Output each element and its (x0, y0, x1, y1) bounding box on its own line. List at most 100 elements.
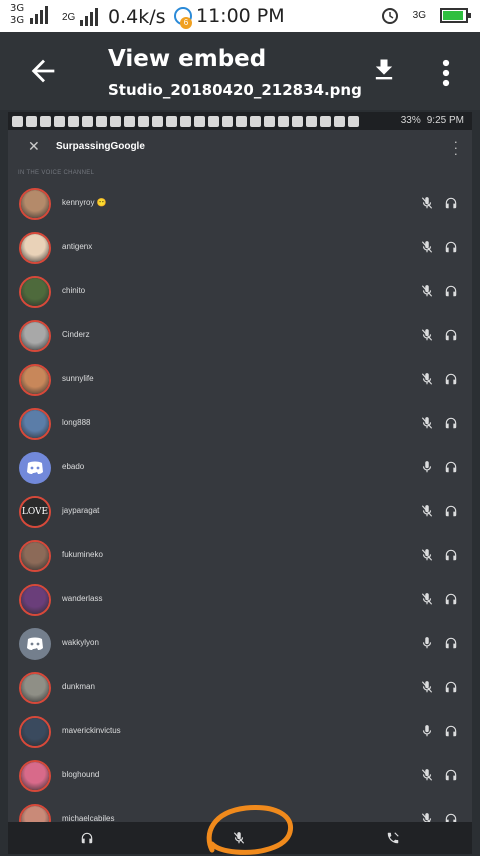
member-row[interactable]: dunkman (8, 668, 472, 712)
embed-status-right: 33% 9:25 PM (401, 115, 464, 126)
headphones-icon (445, 461, 457, 473)
member-row[interactable]: fukumineko (8, 536, 472, 580)
member-name: chinito (62, 286, 86, 295)
headphones-icon (445, 373, 457, 385)
member-name: sunnylife (62, 374, 94, 383)
member-row[interactable]: maverickinvictus (8, 712, 472, 756)
arrow-back-icon[interactable] (26, 54, 60, 88)
avatar[interactable] (19, 628, 51, 660)
disconnect-call-icon[interactable] (386, 831, 400, 845)
avatar[interactable]: LOVE (19, 496, 51, 528)
member-row[interactable]: ebado (8, 448, 472, 492)
microphone-muted-icon (421, 549, 433, 561)
avatar[interactable] (19, 232, 51, 264)
microphone-muted-icon (421, 241, 433, 253)
headphones-icon (445, 637, 457, 649)
member-row[interactable]: sunnylife (8, 360, 472, 404)
channel-header: ✕ SurpassingGoogle · · · (8, 134, 472, 160)
member-row[interactable]: chinito (8, 272, 472, 316)
avatar[interactable] (19, 408, 51, 440)
headphones-icon (445, 241, 457, 253)
avatar[interactable] (19, 540, 51, 572)
network-2g-label: 2G (62, 12, 76, 23)
microphone-muted-icon (421, 285, 433, 297)
headphones-icon (445, 681, 457, 693)
download-icon[interactable] (370, 54, 398, 86)
embed-battery: 33% (400, 115, 421, 126)
avatar[interactable] (19, 584, 51, 616)
member-row[interactable]: kennyroy 😶 (8, 184, 472, 228)
headphones-icon (445, 285, 457, 297)
member-list: kennyroy 😶 antigenx chinito Cinderz sunnylif… (8, 184, 472, 844)
avatar[interactable] (19, 276, 51, 308)
headphones-icon (445, 329, 457, 341)
member-name: antigenx (62, 242, 93, 251)
microphone-muted-icon (421, 681, 433, 693)
microphone-muted-icon (421, 417, 433, 429)
microphone-muted-icon (421, 373, 433, 385)
microphone-muted-icon (421, 593, 433, 605)
microphone-icon (422, 461, 432, 473)
member-name: bloghound (62, 770, 100, 779)
embedded-screenshot: 33% 9:25 PM ✕ SurpassingGoogle · · · IN TH… (8, 112, 472, 854)
member-name: maverickinvictus (62, 726, 121, 735)
avatar[interactable] (19, 320, 51, 352)
member-name: wanderlass (62, 594, 103, 603)
phone-status-bar: 3G 3G 2G 0.4k/s 6 11:00 PM 3G (0, 0, 480, 32)
avatar[interactable] (19, 760, 51, 792)
member-row[interactable]: wakkylyon (8, 624, 472, 668)
member-name: fukumineko (62, 550, 103, 559)
section-label: IN THE VOICE CHANNEL (18, 170, 95, 176)
more-vert-icon[interactable]: · · · (454, 135, 458, 160)
microphone-muted-icon (421, 505, 433, 517)
member-row[interactable]: long888 (8, 404, 472, 448)
member-row[interactable]: wanderlass (8, 580, 472, 624)
member-row[interactable]: LOVE jayparagat (8, 492, 472, 536)
member-row[interactable]: Cinderz (8, 316, 472, 360)
avatar[interactable] (19, 672, 51, 704)
headphones-icon (445, 725, 457, 737)
member-name: dunkman (62, 682, 95, 691)
member-name: kennyroy 😶 (62, 198, 107, 207)
avatar[interactable] (19, 364, 51, 396)
page-title: View embed (108, 46, 267, 72)
signal-2-icon (80, 8, 98, 26)
network-right: 3G (412, 9, 426, 21)
microphone-icon (422, 637, 432, 649)
discord-logo-icon (27, 461, 43, 474)
battery-icon (440, 7, 471, 23)
microphone-icon (422, 725, 432, 737)
avatar[interactable] (19, 716, 51, 748)
member-name: ebado (62, 462, 85, 471)
headphones-icon (445, 593, 457, 605)
more-vert-icon[interactable] (440, 58, 452, 88)
file-name: Studio_20180420_212834.png (108, 81, 362, 99)
member-name: jayparagat (62, 506, 100, 515)
network-indicator: 3G 3G (10, 3, 25, 26)
status-time: 11:00 PM (196, 5, 285, 27)
headphones-icon (445, 417, 457, 429)
close-icon[interactable]: ✕ (28, 138, 40, 155)
channel-name: SurpassingGoogle (56, 141, 145, 152)
headphones-icon[interactable] (80, 831, 94, 845)
member-name: Cinderz (62, 330, 90, 339)
discord-logo-icon (27, 637, 43, 650)
status-right: 3G (381, 6, 471, 24)
embed-status-bar: 33% 9:25 PM (8, 112, 472, 130)
member-row[interactable]: antigenx (8, 228, 472, 272)
alarm-icon (381, 8, 398, 24)
member-row[interactable]: bloghound (8, 756, 472, 800)
microphone-muted-icon (421, 769, 433, 781)
viewer-header: View embed Studio_20180420_212834.png (0, 32, 480, 110)
member-name: long888 (62, 418, 91, 427)
avatar[interactable] (19, 188, 51, 220)
avatar[interactable] (19, 452, 51, 484)
headphones-icon (445, 505, 457, 517)
headphones-icon (445, 197, 457, 209)
embed-time: 9:25 PM (426, 115, 464, 126)
avatar-text: LOVE (21, 507, 49, 517)
signal-icon (30, 6, 48, 24)
member-name: wakkylyon (62, 638, 99, 647)
headphones-icon (445, 769, 457, 781)
headphones-icon (445, 549, 457, 561)
